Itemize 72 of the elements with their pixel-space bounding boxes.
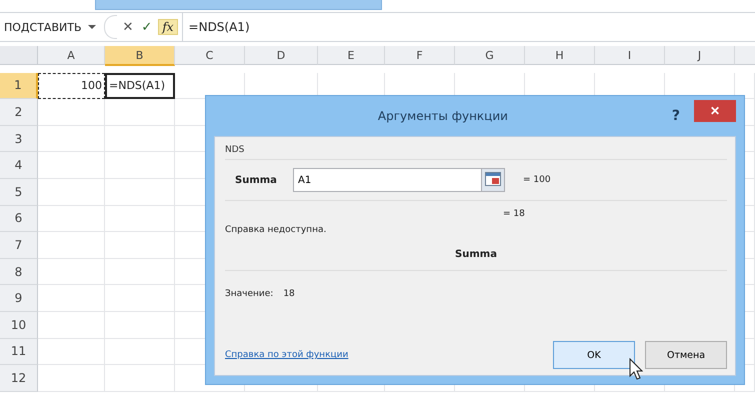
dialog-title: Аргументы функции: [376, 109, 509, 123]
table-cell[interactable]: [105, 365, 175, 392]
column-header[interactable]: C: [175, 46, 245, 65]
row-header[interactable]: 7: [0, 232, 38, 259]
table-cell[interactable]: [105, 126, 175, 152]
row-header[interactable]: 8: [0, 258, 38, 286]
table-cell[interactable]: [105, 178, 175, 206]
argument-name: Summa: [225, 235, 727, 271]
row-header[interactable]: 9: [0, 285, 38, 312]
row-header[interactable]: 2: [0, 99, 38, 126]
column-header[interactable]: I: [595, 46, 665, 65]
table-cell[interactable]: [105, 258, 175, 286]
table-cell[interactable]: [105, 206, 175, 232]
table-cell[interactable]: [38, 338, 105, 366]
column-header[interactable]: D: [245, 46, 318, 65]
table-cell[interactable]: [38, 206, 105, 232]
table-cell[interactable]: [105, 152, 175, 179]
argument-result: = 100: [523, 175, 551, 185]
row-header[interactable]: 12: [0, 365, 38, 392]
value-label: Значение:: [225, 289, 274, 299]
value-text: 18: [283, 289, 295, 299]
table-cell[interactable]: [38, 178, 105, 206]
collapse-dialog-button[interactable]: [481, 168, 505, 192]
enter-button[interactable]: ✓: [139, 20, 154, 34]
table-cell[interactable]: [38, 312, 105, 339]
argument-field[interactable]: A1: [293, 168, 481, 192]
row-header[interactable]: 11: [0, 338, 38, 366]
function-result: = 18: [503, 208, 526, 219]
table-cell[interactable]: [38, 365, 105, 392]
dialog-button[interactable]: OK: [553, 341, 635, 369]
table-cell[interactable]: =NDS(A1): [105, 72, 175, 100]
select-all-corner[interactable]: [0, 46, 38, 65]
column-header[interactable]: [735, 46, 755, 65]
insert-function-button[interactable]: fx: [158, 19, 178, 35]
formula-field[interactable]: =NDS(A1): [182, 13, 755, 41]
row-header[interactable]: 10: [0, 312, 38, 339]
table-cell[interactable]: [38, 258, 105, 286]
caret-icon[interactable]: [88, 24, 96, 30]
table-cell[interactable]: [38, 126, 105, 152]
table-cell[interactable]: [38, 285, 105, 312]
column-header[interactable]: B: [105, 46, 175, 66]
column-header[interactable]: H: [525, 46, 595, 65]
table-cell[interactable]: [105, 99, 175, 126]
table-cell[interactable]: [38, 99, 105, 126]
help-text: Справка недоступна.: [225, 224, 328, 235]
close-button[interactable]: ✕: [694, 100, 736, 122]
row-header[interactable]: 4: [0, 152, 38, 179]
function-name: NDS: [225, 145, 727, 160]
table-cell[interactable]: [105, 285, 175, 312]
row-header[interactable]: 5: [0, 178, 38, 206]
table-cell[interactable]: 100: [38, 72, 105, 100]
cancel-button[interactable]: ✕: [120, 20, 136, 34]
formula-bar-handle[interactable]: [104, 15, 116, 39]
column-header[interactable]: F: [385, 46, 455, 65]
table-cell[interactable]: [105, 312, 175, 339]
table-cell[interactable]: [105, 232, 175, 259]
row-header[interactable]: 6: [0, 206, 38, 232]
row-header[interactable]: 3: [0, 126, 38, 152]
column-header[interactable]: G: [455, 46, 525, 65]
row-header[interactable]: 1: [0, 72, 38, 100]
help-link[interactable]: Справка по этой функции: [225, 350, 543, 360]
table-cell[interactable]: [38, 152, 105, 179]
help-button[interactable]: ?: [672, 108, 680, 124]
column-header[interactable]: J: [665, 46, 735, 65]
name-box[interactable]: ПОДСТАВИТЬ: [2, 20, 84, 34]
column-header[interactable]: E: [318, 46, 385, 65]
table-cell[interactable]: [38, 232, 105, 259]
dialog-button[interactable]: Отмена: [645, 341, 727, 369]
argument-label: Summa: [235, 174, 278, 186]
table-cell[interactable]: [105, 338, 175, 366]
column-header[interactable]: A: [38, 46, 105, 65]
mouse-pointer-icon: [629, 358, 643, 380]
